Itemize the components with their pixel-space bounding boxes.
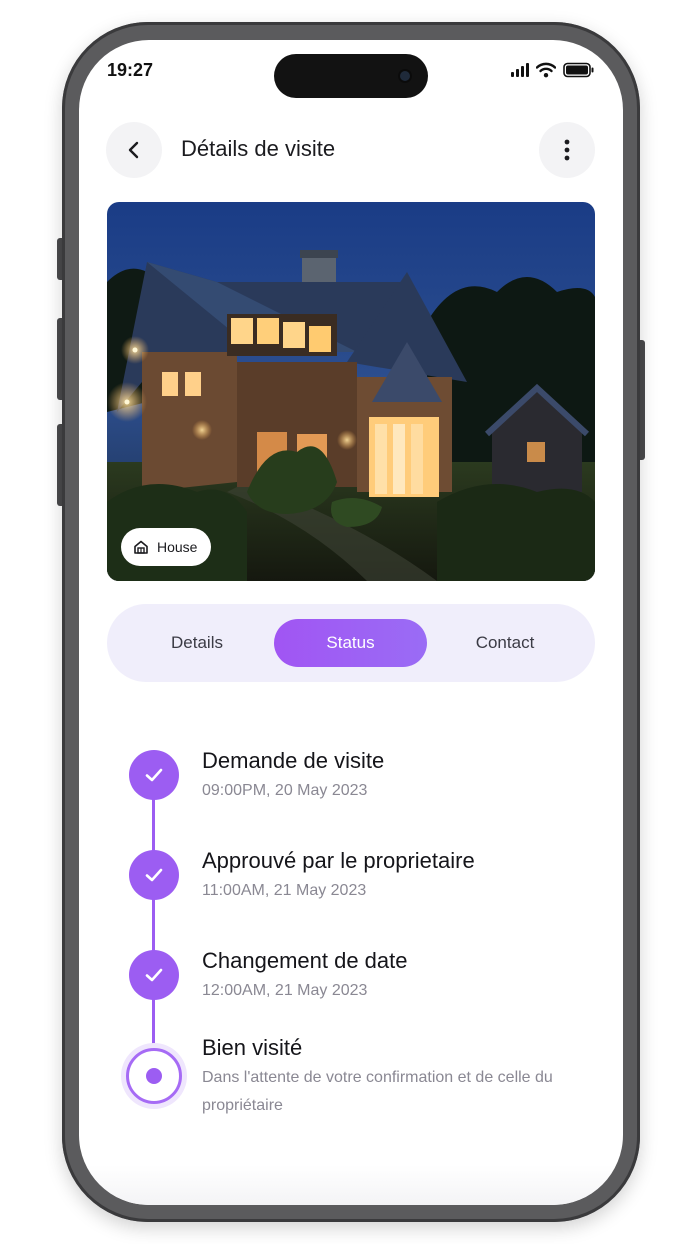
- header: Détails de visite: [79, 120, 623, 180]
- tab-details[interactable]: Details: [132, 619, 262, 667]
- wifi-icon: [536, 62, 556, 78]
- battery-icon: [563, 62, 594, 78]
- house-icon: [134, 540, 148, 554]
- tab-contact[interactable]: Contact: [440, 619, 570, 667]
- timeline-step-done: [129, 750, 179, 800]
- timeline-connector: [152, 768, 155, 1068]
- timeline-step-description: Dans l'attente de votre confirmation et …: [202, 1069, 553, 1114]
- status-bar: 19:27: [79, 40, 623, 104]
- segmented-tabs: Details Status Contact: [107, 604, 595, 682]
- dynamic-island: [274, 54, 428, 98]
- check-icon: [145, 868, 163, 882]
- chevron-left-icon: [128, 141, 139, 159]
- timeline-step-time: 12:00AM, 21 May 2023: [202, 982, 368, 999]
- more-options-button[interactable]: [539, 122, 595, 178]
- timeline-step-current: [126, 1048, 182, 1104]
- timeline-step-title: Demande de visite: [202, 748, 385, 773]
- page-title: Détails de visite: [181, 136, 336, 161]
- timeline-step-done: [129, 950, 179, 1000]
- bottom-fade: [79, 1165, 623, 1205]
- timeline-step-title: Bien visité: [202, 1035, 303, 1060]
- timeline-step-done: [129, 850, 179, 900]
- tab-status[interactable]: Status: [274, 619, 427, 667]
- current-step-dot: [146, 1068, 162, 1084]
- more-vertical-icon: [564, 139, 570, 161]
- property-photo: House: [107, 202, 595, 581]
- property-type-label: House: [157, 539, 198, 555]
- check-icon: [145, 768, 163, 782]
- status-timeline: Demande de visite 09:00PM, 20 May 2023 A…: [79, 730, 623, 1150]
- phone-screen: 19:27 Détails de visite House Details St…: [79, 40, 623, 1205]
- timeline-step-time: 11:00AM, 21 May 2023: [202, 882, 367, 899]
- timeline-step-title: Changement de date: [202, 948, 408, 973]
- timeline-step-title: Approuvé par le proprietaire: [202, 848, 475, 873]
- status-time: 19:27: [107, 60, 154, 80]
- timeline-step-time: 09:00PM, 20 May 2023: [202, 782, 368, 799]
- status-icons: [511, 62, 595, 78]
- camera-icon: [400, 71, 410, 81]
- back-button[interactable]: [106, 122, 162, 178]
- property-type-badge: House: [121, 528, 212, 566]
- signal-icon: [511, 63, 529, 77]
- check-icon: [145, 968, 163, 982]
